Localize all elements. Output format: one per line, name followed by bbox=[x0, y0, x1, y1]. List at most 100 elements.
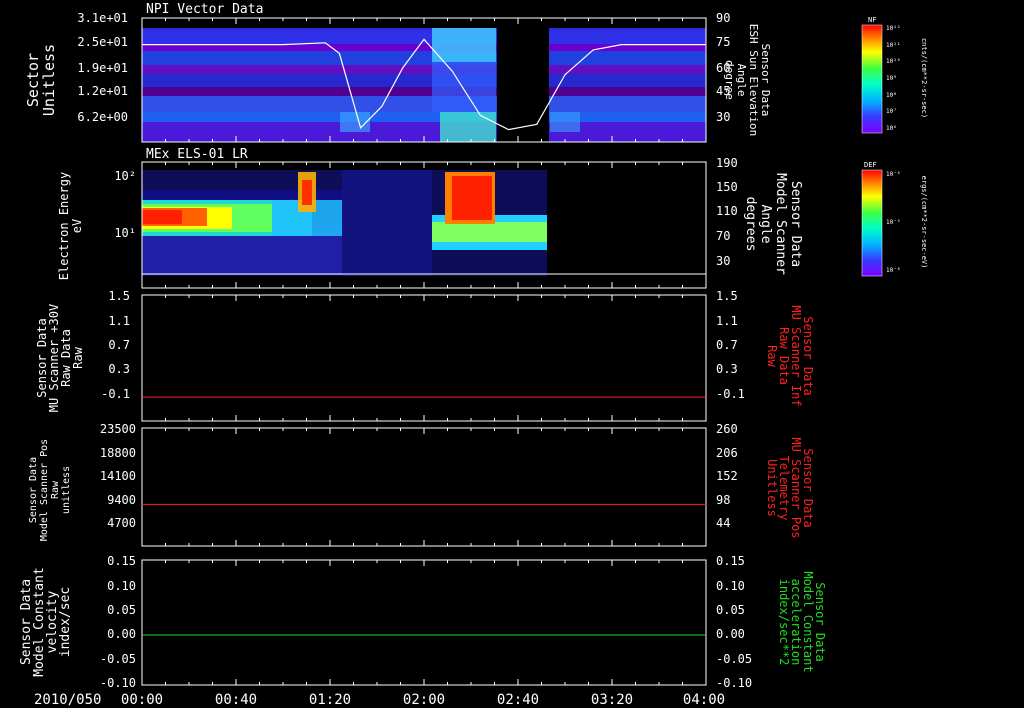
pos-right-ticks: 260 206 152 98 44 bbox=[716, 422, 738, 530]
npi-ytick-right: 30 bbox=[716, 110, 730, 124]
els-ytick-right: 30 bbox=[716, 254, 730, 268]
els-ylabel-right-line: Angle bbox=[758, 204, 773, 243]
mu30-ytick-left: -0.1 bbox=[101, 387, 130, 401]
vel-ytick-right: 0.15 bbox=[716, 554, 745, 568]
vel-right-ticks: 0.15 0.10 0.05 0.00 -0.05 -0.10 bbox=[716, 554, 752, 690]
npi-ytick-left: 1.9e+01 bbox=[77, 61, 128, 75]
npi-colorbar-tick: 10¹¹ bbox=[886, 42, 900, 49]
mu30-ytick-right: 1.1 bbox=[716, 314, 738, 328]
pos-ylabel-right: Sensor Data MU Scanner Pos Telemetry Uni… bbox=[765, 437, 815, 538]
time-tick-label: 02:00 bbox=[403, 692, 445, 708]
time-tick-label: 03:20 bbox=[591, 692, 633, 708]
mu30-ytick-right: 1.5 bbox=[716, 289, 738, 303]
npi-ytick-right: 90 bbox=[716, 11, 730, 25]
pos-ytick-right: 206 bbox=[716, 446, 738, 460]
time-tick-label: 01:20 bbox=[309, 692, 351, 708]
npi-colorbar-label: NF bbox=[868, 16, 876, 24]
mu30-ytick-left: 1.1 bbox=[108, 314, 130, 328]
npi-colorbar-tick: 10⁹ bbox=[886, 75, 897, 82]
vel-left-ticks: 0.15 0.10 0.05 0.00 -0.05 -0.10 bbox=[100, 554, 136, 690]
vel-ylabel-left-line: index/sec bbox=[58, 587, 73, 657]
npi-colorbar-units: cnts/(cm**2-sr-sec) bbox=[920, 38, 928, 118]
npi-colorbar-tick: 10¹⁰ bbox=[886, 58, 900, 65]
pos-ylabel-left-line: Sensor Data bbox=[28, 457, 39, 523]
pos-ytick-right: 44 bbox=[716, 516, 730, 530]
mu30-ylabel-left: Sensor Data MU Scanner +30V Raw Data Raw bbox=[35, 304, 85, 412]
mu30-ytick-right: 0.7 bbox=[716, 338, 738, 352]
npi-ytick-left: 1.2e+01 bbox=[77, 84, 128, 98]
npi-title: NPI Vector Data bbox=[146, 2, 263, 17]
els-ylabel-right: Sensor Data Model Scanner Angle degrees bbox=[743, 173, 803, 275]
els-colorbar-tick: 10⁻⁶ bbox=[886, 267, 900, 274]
npi-colorbar-tick: 10⁸ bbox=[886, 92, 897, 99]
tplot-figure: NPI Vector Data 3.1e+01 2.5e+01 1.9e+01 … bbox=[19, 2, 928, 708]
els-ylabel-right-line: Sensor Data bbox=[788, 181, 803, 267]
vel-ytick-left: -0.05 bbox=[100, 652, 136, 666]
els-ytick-right: 190 bbox=[716, 156, 738, 170]
date-label: 2010/050 bbox=[34, 692, 101, 708]
vel-ytick-right: 0.05 bbox=[716, 603, 745, 617]
els-ytick-right: 70 bbox=[716, 229, 730, 243]
panel-vel: 0.15 0.10 0.05 0.00 -0.05 -0.10 0.15 0.1… bbox=[19, 554, 827, 690]
pos-ytick-left: 23500 bbox=[100, 422, 136, 436]
pos-ylabel-left: Sensor Data Model Scanner Pos Raw unitle… bbox=[28, 439, 72, 541]
vel-ytick-left: 0.05 bbox=[107, 603, 136, 617]
mu30-ylabel-right: Sensor Data MU Scanner Inf Raw Data Raw bbox=[765, 305, 815, 406]
npi-ylabel-left-line: Unitless bbox=[40, 44, 58, 116]
npi-left-ticks: 3.1e+01 2.5e+01 1.9e+01 1.2e+01 6.2e+00 bbox=[77, 11, 128, 124]
els-colorbar-tick: 10⁻⁵ bbox=[886, 219, 900, 226]
vel-frame bbox=[141, 559, 707, 686]
npi-colorbar-tick: 10⁷ bbox=[886, 108, 897, 115]
panel-npi: NPI Vector Data 3.1e+01 2.5e+01 1.9e+01 … bbox=[24, 2, 928, 143]
els-ylabel-left-line: Electron Energy bbox=[57, 172, 71, 280]
pos-ylabel-left-line: unitless bbox=[61, 466, 72, 514]
vel-ytick-left: 0.10 bbox=[107, 579, 136, 593]
mu30-ylabel-left-line: Raw bbox=[71, 346, 85, 368]
els-left-ticks: 10² 10¹ bbox=[114, 169, 136, 240]
els-ytick-right: 110 bbox=[716, 204, 738, 218]
vel-ytick-right: -0.10 bbox=[716, 676, 752, 690]
vel-ytick-left: -0.10 bbox=[100, 676, 136, 690]
pos-ytick-left: 9400 bbox=[107, 493, 136, 507]
els-colorbar-tick: 10⁻⁴ bbox=[886, 171, 900, 178]
vel-ylabel-right-line: index/sec**2 bbox=[777, 579, 791, 666]
vel-ytick-left: 0.15 bbox=[107, 554, 136, 568]
pos-ytick-left: 14100 bbox=[100, 469, 136, 483]
vel-ytick-left: 0.00 bbox=[107, 627, 136, 641]
vel-ytick-right: 0.00 bbox=[716, 627, 745, 641]
npi-colorbar-tick: 10⁶ bbox=[886, 125, 897, 132]
els-colorbar-units: ergs/(cm**2-sr-sec-eV) bbox=[920, 176, 928, 269]
mu30-ytick-left: 1.5 bbox=[108, 289, 130, 303]
els-colorbar: DEF 10⁻⁴ 10⁻⁵ 10⁻⁶ ergs/(cm**2-sr-sec-eV… bbox=[861, 161, 928, 277]
pos-ylabel-left-line: Model Scanner Pos bbox=[39, 439, 50, 541]
mu30-ytick-left: 0.7 bbox=[108, 338, 130, 352]
pos-ylabel-left-line: Raw bbox=[50, 480, 61, 499]
npi-ytick-right: 75 bbox=[716, 35, 730, 49]
vel-ytick-right: -0.05 bbox=[716, 652, 752, 666]
pos-ytick-right: 98 bbox=[716, 493, 730, 507]
els-title: MEx ELS-01 LR bbox=[146, 147, 248, 162]
els-right-ticks: 190 150 110 70 30 bbox=[716, 156, 738, 268]
npi-colorbar: NF 10¹² 10¹¹ 10¹⁰ 10⁹ 10⁸ 10⁷ 10⁶ cnts/(… bbox=[861, 16, 928, 134]
npi-ylabel-left: Sector Unitless bbox=[24, 44, 58, 116]
pos-ytick-right: 260 bbox=[716, 422, 738, 436]
els-spectrogram bbox=[142, 162, 706, 288]
mu30-ylabel-right-line: Raw bbox=[765, 345, 779, 367]
time-tick-label: 02:40 bbox=[497, 692, 539, 708]
vel-ylabel-right: Sensor Data Model Constant acceleration … bbox=[777, 571, 827, 672]
npi-data-gap bbox=[497, 18, 549, 142]
mu30-frame bbox=[141, 294, 707, 422]
time-axis: 2010/050 00:00 00:40 01:20 02:00 02:40 0… bbox=[34, 692, 725, 708]
pos-ytick-right: 152 bbox=[716, 469, 738, 483]
pos-ylabel-right-line: Unitless bbox=[765, 459, 779, 517]
pos-ytick-left: 18800 bbox=[100, 446, 136, 460]
vel-ylabel-left: Sensor Data Model Constant velocity inde… bbox=[19, 567, 73, 677]
els-ytick-left: 10² bbox=[114, 169, 136, 183]
vel-ytick-right: 0.10 bbox=[716, 579, 745, 593]
npi-spectrogram bbox=[142, 18, 706, 142]
npi-colorbar-tick: 10¹² bbox=[886, 25, 900, 32]
pos-left-ticks: 23500 18800 14100 9400 4700 bbox=[100, 422, 136, 530]
els-ytick-right: 150 bbox=[716, 180, 738, 194]
els-colorbar-label: DEF bbox=[864, 161, 877, 169]
time-tick-label: 00:00 bbox=[121, 692, 163, 708]
